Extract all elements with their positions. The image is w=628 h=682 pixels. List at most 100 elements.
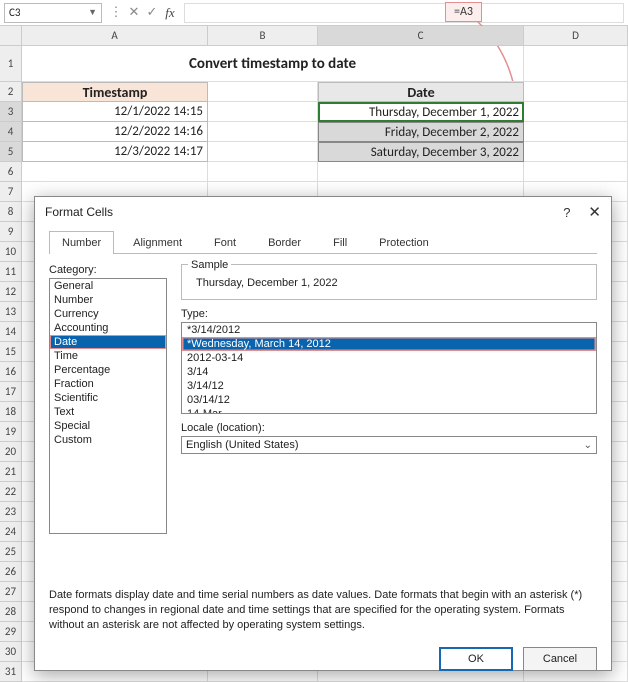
col-header-C[interactable]: C bbox=[318, 26, 524, 46]
row-header[interactable]: 7 bbox=[0, 182, 22, 202]
name-box[interactable]: C3 ▼ bbox=[4, 3, 102, 23]
row-header[interactable]: 28 bbox=[0, 602, 22, 622]
cell[interactable] bbox=[208, 142, 318, 162]
formula-input[interactable] bbox=[184, 3, 624, 23]
chevron-down-icon: ▼ bbox=[88, 7, 97, 18]
accept-formula-icon[interactable]: ✓ bbox=[144, 5, 160, 20]
select-all-corner[interactable] bbox=[0, 26, 22, 46]
row-header[interactable]: 9 bbox=[0, 222, 22, 242]
tab-border[interactable]: Border bbox=[255, 231, 314, 254]
cell[interactable] bbox=[524, 162, 628, 182]
tab-protection[interactable]: Protection bbox=[366, 231, 442, 254]
cell[interactable] bbox=[208, 122, 318, 142]
help-icon[interactable]: ? bbox=[563, 205, 570, 220]
format-cells-dialog: Format Cells ? ✕ Number Alignment Font B… bbox=[34, 196, 612, 671]
cell[interactable] bbox=[318, 162, 524, 182]
tab-fill[interactable]: Fill bbox=[320, 231, 360, 254]
row-header[interactable]: 27 bbox=[0, 582, 22, 602]
tab-number[interactable]: Number bbox=[49, 231, 114, 254]
cell-timestamp[interactable]: 12/2/2022 14:16 bbox=[22, 122, 208, 142]
row-header[interactable]: 3 bbox=[0, 102, 22, 122]
type-item[interactable]: *Wednesday, March 14, 2012 bbox=[182, 337, 596, 351]
category-item[interactable]: Percentage bbox=[50, 363, 166, 377]
type-item[interactable]: 3/14 bbox=[182, 365, 596, 379]
category-item[interactable]: General bbox=[50, 279, 166, 293]
row-header[interactable]: 14 bbox=[0, 322, 22, 342]
close-icon[interactable]: ✕ bbox=[588, 203, 601, 221]
sample-label: Sample bbox=[188, 259, 231, 271]
row-header[interactable]: 23 bbox=[0, 502, 22, 522]
cell[interactable] bbox=[524, 46, 628, 82]
tab-font[interactable]: Font bbox=[201, 231, 249, 254]
tab-alignment[interactable]: Alignment bbox=[120, 231, 195, 254]
col-header-D[interactable]: D bbox=[524, 26, 628, 46]
category-item[interactable]: Time bbox=[50, 349, 166, 363]
row-header[interactable]: 16 bbox=[0, 362, 22, 382]
category-label: Category: bbox=[49, 264, 167, 276]
row-header[interactable]: 29 bbox=[0, 622, 22, 642]
row-header[interactable]: 25 bbox=[0, 542, 22, 562]
cell-date[interactable]: Friday, December 2, 2022 bbox=[318, 122, 524, 142]
row-header[interactable]: 2 bbox=[0, 82, 22, 102]
cell[interactable] bbox=[524, 82, 628, 102]
type-listbox[interactable]: *3/14/2012*Wednesday, March 14, 20122012… bbox=[181, 322, 597, 414]
row-header[interactable]: 30 bbox=[0, 642, 22, 662]
cell-date[interactable]: Saturday, December 3, 2022 bbox=[318, 142, 524, 162]
category-item[interactable]: Date bbox=[50, 335, 166, 349]
type-item[interactable]: 03/14/12 bbox=[182, 393, 596, 407]
row-header[interactable]: 10 bbox=[0, 242, 22, 262]
cell-timestamp[interactable]: 12/1/2022 14:15 bbox=[22, 102, 208, 122]
row-header[interactable]: 31 bbox=[0, 662, 22, 682]
category-item[interactable]: Number bbox=[50, 293, 166, 307]
type-item[interactable]: 2012-03-14 bbox=[182, 351, 596, 365]
row-header[interactable]: 5 bbox=[0, 142, 22, 162]
row-header[interactable]: 26 bbox=[0, 562, 22, 582]
header-timestamp[interactable]: Timestamp bbox=[22, 82, 208, 102]
row-header[interactable]: 20 bbox=[0, 442, 22, 462]
row-header[interactable]: 15 bbox=[0, 342, 22, 362]
category-item[interactable]: Fraction bbox=[50, 377, 166, 391]
row-header[interactable]: 12 bbox=[0, 282, 22, 302]
category-item[interactable]: Accounting bbox=[50, 321, 166, 335]
cancel-button[interactable]: Cancel bbox=[523, 647, 597, 671]
cell[interactable] bbox=[524, 142, 628, 162]
row-header[interactable]: 6 bbox=[0, 162, 22, 182]
type-item[interactable]: 14-Mar bbox=[182, 407, 596, 414]
cell[interactable] bbox=[22, 162, 208, 182]
type-item[interactable]: 3/14/12 bbox=[182, 379, 596, 393]
col-header-B[interactable]: B bbox=[208, 26, 318, 46]
row-header[interactable]: 19 bbox=[0, 422, 22, 442]
header-date[interactable]: Date bbox=[318, 82, 524, 102]
row-header[interactable]: 17 bbox=[0, 382, 22, 402]
category-listbox[interactable]: GeneralNumberCurrencyAccountingDateTimeP… bbox=[49, 278, 167, 534]
row-header[interactable]: 22 bbox=[0, 482, 22, 502]
category-item[interactable]: Special bbox=[50, 419, 166, 433]
row-header[interactable]: 8 bbox=[0, 202, 22, 222]
category-item[interactable]: Scientific bbox=[50, 391, 166, 405]
cell[interactable] bbox=[208, 82, 318, 102]
row-header[interactable]: 21 bbox=[0, 462, 22, 482]
row-header[interactable]: 4 bbox=[0, 122, 22, 142]
fx-icon[interactable]: fx bbox=[162, 5, 178, 21]
title-cell[interactable]: Convert timestamp to date bbox=[22, 46, 524, 82]
cell[interactable] bbox=[524, 122, 628, 142]
cancel-formula-icon[interactable]: ✕ bbox=[126, 5, 142, 20]
cell-date-selected[interactable]: Thursday, December 1, 2022 bbox=[318, 102, 524, 122]
row-header[interactable]: 18 bbox=[0, 402, 22, 422]
category-item[interactable]: Currency bbox=[50, 307, 166, 321]
cell-timestamp[interactable]: 12/3/2022 14:17 bbox=[22, 142, 208, 162]
row-header[interactable]: 13 bbox=[0, 302, 22, 322]
type-item[interactable]: *3/14/2012 bbox=[182, 323, 596, 337]
format-description: Date formats display date and time seria… bbox=[49, 588, 597, 633]
row-header[interactable]: 11 bbox=[0, 262, 22, 282]
row-header[interactable]: 24 bbox=[0, 522, 22, 542]
cell[interactable] bbox=[524, 102, 628, 122]
cell[interactable] bbox=[208, 162, 318, 182]
col-header-A[interactable]: A bbox=[22, 26, 208, 46]
row-header[interactable]: 1 bbox=[0, 46, 22, 82]
ok-button[interactable]: OK bbox=[439, 647, 513, 671]
category-item[interactable]: Text bbox=[50, 405, 166, 419]
cell[interactable] bbox=[208, 102, 318, 122]
category-item[interactable]: Custom bbox=[50, 433, 166, 447]
locale-select[interactable]: English (United States) ⌄ bbox=[181, 436, 597, 454]
